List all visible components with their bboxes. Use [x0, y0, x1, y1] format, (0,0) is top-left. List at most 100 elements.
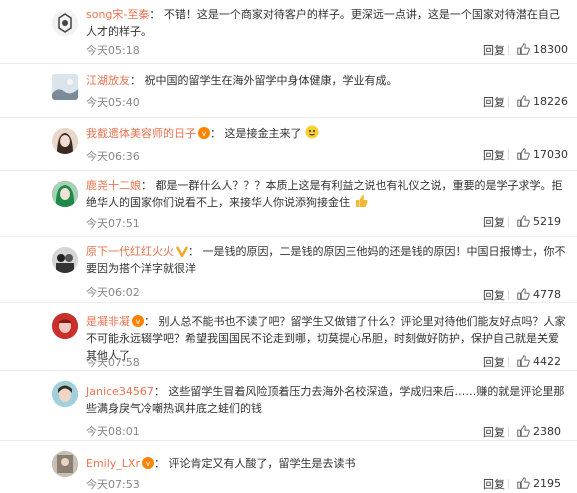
reply-button[interactable]: 回复: [483, 476, 505, 492]
like-button[interactable]: 18300: [516, 42, 568, 56]
avatar[interactable]: [52, 247, 78, 273]
comment-item: Janice34567： 这些留学生冒着风险顶着压力去海外名校深造，学成归来后……: [0, 371, 577, 441]
divider: [508, 150, 509, 160]
comment-item: 我截遗体美容师的日子 v： 这是接金主来了 今天06:36 回复 17030: [0, 118, 577, 171]
emoji-icon: [305, 125, 319, 139]
reply-button[interactable]: 回复: [483, 147, 505, 163]
username-separator: ：: [153, 385, 165, 398]
avatar[interactable]: [52, 313, 78, 339]
thumbs-up-icon: [517, 355, 530, 367]
comment-text: Emily_LXr v： 评论肯定又有人酸了，留学生是去读书: [86, 455, 568, 472]
like-button[interactable]: 2195: [516, 476, 561, 490]
reply-button[interactable]: 回复: [483, 214, 505, 230]
comment-username[interactable]: 是凝非凝: [86, 315, 130, 328]
avatar[interactable]: [52, 451, 78, 477]
comment-username[interactable]: 原下一代红红火火: [86, 245, 174, 258]
comment-item: 江湖放友： 祝中国的留学生在海外留学中身体健康，学业有成。 今天05:40 回复…: [0, 64, 577, 118]
comment-text: Janice34567： 这些留学生冒着风险顶着压力去海外名校深造，学成归来后……: [86, 383, 568, 417]
thumbs-up-icon: [517, 425, 530, 437]
comment-time: 今天08:01: [86, 425, 140, 438]
like-button[interactable]: 4778: [516, 287, 561, 301]
thumbs-up-icon: [517, 215, 530, 227]
divider: [508, 357, 509, 367]
thumbs-up-icon: [517, 43, 530, 55]
username-separator: ：: [130, 74, 141, 87]
avatar[interactable]: [52, 181, 78, 207]
like-count: 18300: [533, 42, 568, 56]
avatar[interactable]: [52, 10, 78, 36]
reply-button[interactable]: 回复: [483, 287, 505, 303]
divider: [508, 479, 509, 489]
divider: [508, 427, 509, 437]
comment-body: 都是一群什么人？？？本质上这是有利益之说也有礼仪之说，重要的是学子求学。拒绝华人…: [86, 179, 563, 209]
comment-body: 评论肯定又有人酸了，留学生是去读书: [168, 457, 356, 470]
avatar[interactable]: [52, 128, 78, 154]
like-count: 4422: [533, 354, 561, 368]
comment-time: 今天07:53: [86, 478, 140, 491]
comment-item: 是凝非凝 v： 别人总不能书也不读了吧？留学生又做错了什么？评论里对待他们能友好点…: [0, 303, 577, 371]
comment-username[interactable]: 鹿尧十二娘: [86, 179, 141, 192]
comment-body: 这是接金主来了: [224, 127, 302, 140]
like-button[interactable]: 17030: [516, 147, 568, 161]
thumbs-up-icon: [517, 477, 530, 489]
like-button[interactable]: 18226: [516, 94, 568, 108]
comment-item: Emily_LXr v： 评论肯定又有人酸了，留学生是去读书 今天07:53 回复…: [0, 441, 577, 493]
like-button[interactable]: 2380: [516, 424, 561, 438]
reply-button[interactable]: 回复: [483, 42, 505, 58]
comment-list: song宋-至秦： 不错！这是一个商家对待客户的样子。更深远一点讲，这是一个国家…: [0, 0, 577, 493]
avatar[interactable]: [52, 381, 78, 407]
like-count: 5219: [533, 214, 561, 228]
reply-button[interactable]: 回复: [483, 424, 505, 440]
username-separator: ：: [144, 315, 155, 328]
comment-username[interactable]: Janice34567: [86, 385, 154, 398]
divider: [508, 45, 509, 55]
comment-text: 原下一代红红火火： 一是钱的原因，二是钱的原因三他妈的还是钱的原因！中国日报博士…: [86, 243, 568, 277]
comment-time: 今天06:02: [86, 286, 140, 299]
like-count: 2195: [533, 476, 561, 490]
username-separator: ：: [141, 179, 152, 192]
svg-text:v: v: [136, 317, 141, 326]
verified-badge-icon: [176, 246, 188, 257]
comment-time: 今天05:40: [86, 96, 140, 109]
divider: [508, 290, 509, 300]
comment-time: 今天06:36: [86, 150, 140, 163]
svg-text:v: v: [202, 129, 207, 138]
avatar[interactable]: [52, 74, 78, 100]
comment-text: 鹿尧十二娘： 都是一群什么人？？？本质上这是有利益之说也有礼仪之说，重要的是学子…: [86, 177, 568, 211]
comment-time: 今天07:58: [86, 356, 140, 369]
like-count: 2380: [533, 424, 561, 438]
reply-button[interactable]: 回复: [483, 94, 505, 110]
comment-username[interactable]: 江湖放友: [86, 74, 130, 87]
like-count: 4778: [533, 287, 561, 301]
thumbs-up-icon: [517, 288, 530, 300]
member-badge-icon: v: [141, 457, 154, 469]
comment-item: 鹿尧十二娘： 都是一群什么人？？？本质上这是有利益之说也有礼仪之说，重要的是学子…: [0, 171, 577, 237]
username-separator: ：: [188, 245, 199, 258]
divider: [508, 97, 509, 107]
like-count: 17030: [533, 147, 568, 161]
comment-time: 今天05:18: [86, 44, 140, 57]
divider: [508, 217, 509, 227]
comment-text: song宋-至秦： 不错！这是一个商家对待客户的样子。更深远一点讲，这是一个国家…: [86, 6, 568, 40]
reply-button[interactable]: 回复: [483, 354, 505, 370]
svg-text:v: v: [146, 459, 151, 468]
like-count: 18226: [533, 94, 568, 108]
like-button[interactable]: 4422: [516, 354, 561, 368]
member-badge-icon: v: [198, 127, 210, 139]
like-button[interactable]: 5219: [516, 214, 561, 228]
username-separator: ：: [210, 127, 221, 140]
thumbs-up-emoji-icon: [355, 195, 368, 207]
thumbs-up-icon: [517, 148, 530, 160]
thumbs-up-icon: [517, 95, 530, 107]
comment-username[interactable]: song宋-至秦: [86, 8, 149, 21]
member-badge-icon: v: [132, 315, 144, 327]
username-separator: ：: [149, 8, 161, 21]
comment-username[interactable]: Emily_LXr: [86, 457, 140, 470]
username-separator: ：: [153, 457, 165, 470]
comment-username[interactable]: 我截遗体美容师的日子: [86, 127, 196, 140]
comment-item: song宋-至秦： 不错！这是一个商家对待客户的样子。更深远一点讲，这是一个国家…: [0, 0, 577, 64]
comment-text: 江湖放友： 祝中国的留学生在海外留学中身体健康，学业有成。: [86, 72, 568, 89]
comment-item: 原下一代红红火火： 一是钱的原因，二是钱的原因三他妈的还是钱的原因！中国日报博士…: [0, 237, 577, 303]
comment-time: 今天07:51: [86, 217, 140, 230]
comment-text: 我截遗体美容师的日子 v： 这是接金主来了: [86, 125, 568, 142]
